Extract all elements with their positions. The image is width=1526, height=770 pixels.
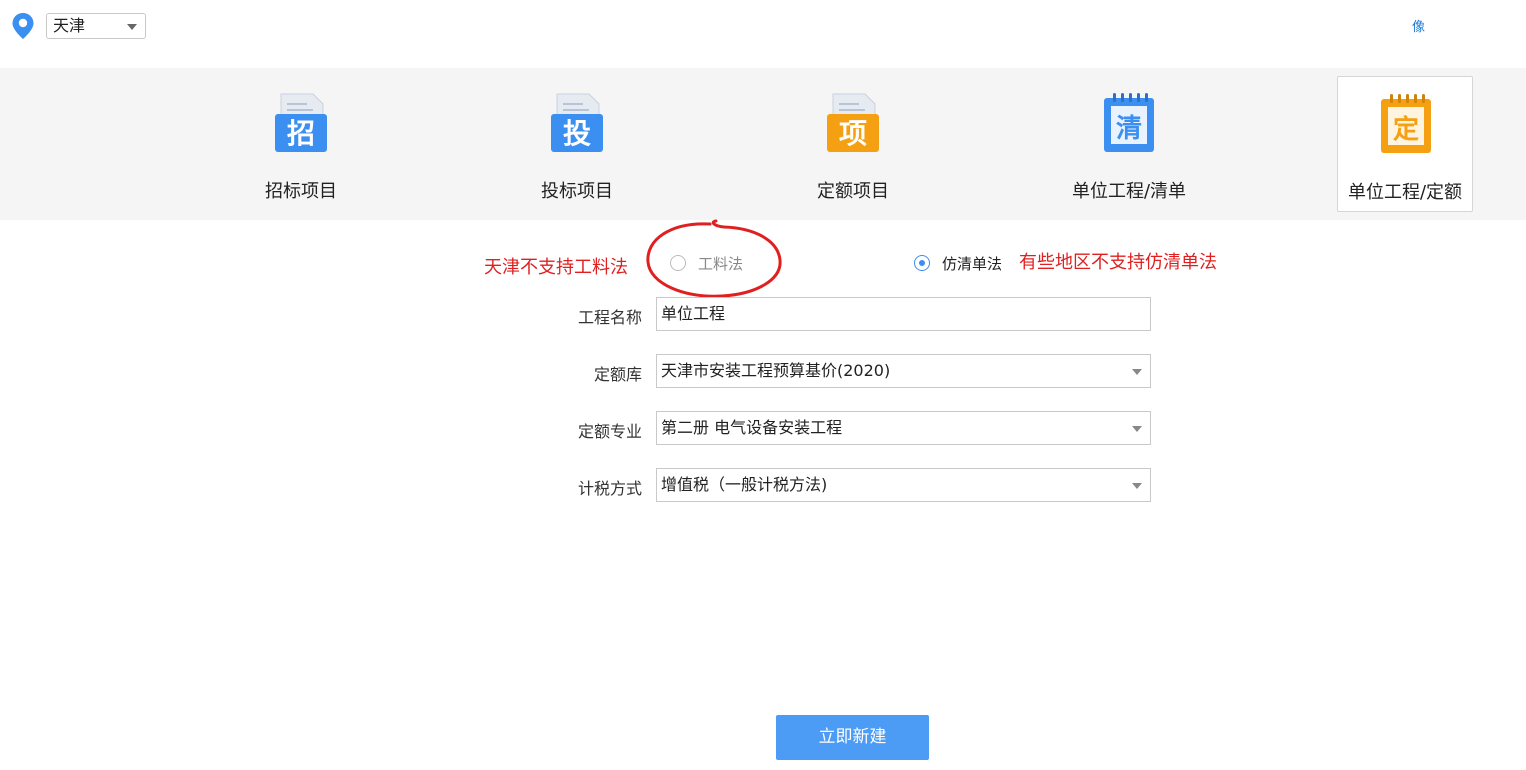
project-name-label: 工程名称 (577, 308, 642, 327)
svg-text:招: 招 (287, 117, 315, 150)
quota-major-label: 定额专业 (577, 422, 642, 441)
tax-method-value: 增值税（一般计税方法) (661, 475, 828, 494)
chevron-down-icon (1132, 483, 1142, 489)
quota-library-value: 天津市安装工程预算基价(2020) (661, 361, 891, 380)
annotation-no-material-method: 天津不支持工料法 (484, 257, 628, 278)
chevron-down-icon (127, 24, 137, 30)
project-name-value: 单位工程 (661, 304, 726, 323)
tool-tender-project[interactable]: 投 投标项目 (509, 76, 645, 212)
bid-document-icon: 招 (275, 93, 327, 152)
tool-label: 投标项目 (541, 181, 613, 202)
tool-unit-quota[interactable]: 定 单位工程/定额 (1337, 76, 1473, 212)
create-now-button[interactable]: 立即新建 (776, 715, 929, 760)
project-name-input[interactable]: 单位工程 (656, 297, 1151, 331)
svg-text:项: 项 (839, 117, 867, 150)
tool-quota-project[interactable]: 项 定额项目 (785, 76, 921, 212)
radio-label: 仿清单法 (942, 254, 1003, 273)
top-right-link[interactable]: 像 (1412, 16, 1425, 35)
chevron-down-icon (1132, 426, 1142, 432)
region-select-value: 天津 (53, 16, 86, 35)
tax-method-label: 计税方式 (577, 479, 642, 498)
region-select[interactable]: 天津 (46, 13, 146, 39)
tool-label: 单位工程/定额 (1347, 182, 1463, 203)
radio-material-method[interactable]: 工料法 (670, 252, 743, 274)
quota-major-value: 第二册 电气设备安装工程 (661, 418, 843, 437)
quota-document-icon: 项 (827, 93, 879, 152)
location-pin-icon (12, 13, 34, 39)
form-row-quota-library: 定额库 天津市安装工程预算基价(2020) (540, 354, 1152, 388)
form-row-project-name: 工程名称 单位工程 (540, 297, 1152, 331)
svg-text:定: 定 (1393, 114, 1419, 145)
form-row-quota-major: 定额专业 第二册 电气设备安装工程 (540, 411, 1152, 445)
annotation-region-unsupported: 有些地区不支持仿清单法 (1019, 252, 1217, 273)
tool-label: 招标项目 (265, 181, 337, 202)
tender-document-icon: 投 (551, 93, 603, 152)
chevron-down-icon (1132, 369, 1142, 375)
tax-method-select[interactable]: 增值税（一般计税方法) (656, 468, 1151, 502)
project-type-toolbar: 招 招标项目 投 投标项目 项 定额项目 清 单位工程/清单 定 单位工程/定额 (0, 68, 1526, 220)
radio-imitation-bill-method[interactable]: 仿清单法 (914, 252, 1002, 274)
radio-button-selected[interactable] (914, 255, 930, 271)
quota-notebook-icon: 定 (1381, 94, 1431, 153)
radio-button[interactable] (670, 255, 686, 271)
tool-unit-bill[interactable]: 清 单位工程/清单 (1061, 76, 1197, 212)
svg-text:清: 清 (1116, 114, 1142, 144)
form-row-tax-method: 计税方式 增值税（一般计税方法) (540, 468, 1152, 502)
tool-label: 单位工程/清单 (1071, 181, 1187, 202)
radio-label: 工料法 (698, 254, 744, 273)
quota-library-select[interactable]: 天津市安装工程预算基价(2020) (656, 354, 1151, 388)
svg-text:投: 投 (563, 117, 591, 150)
quota-library-label: 定额库 (593, 365, 642, 384)
tool-bid-project[interactable]: 招 招标项目 (233, 76, 369, 212)
quota-major-select[interactable]: 第二册 电气设备安装工程 (656, 411, 1151, 445)
bill-notebook-icon: 清 (1104, 93, 1154, 152)
tool-label: 定额项目 (817, 181, 889, 202)
